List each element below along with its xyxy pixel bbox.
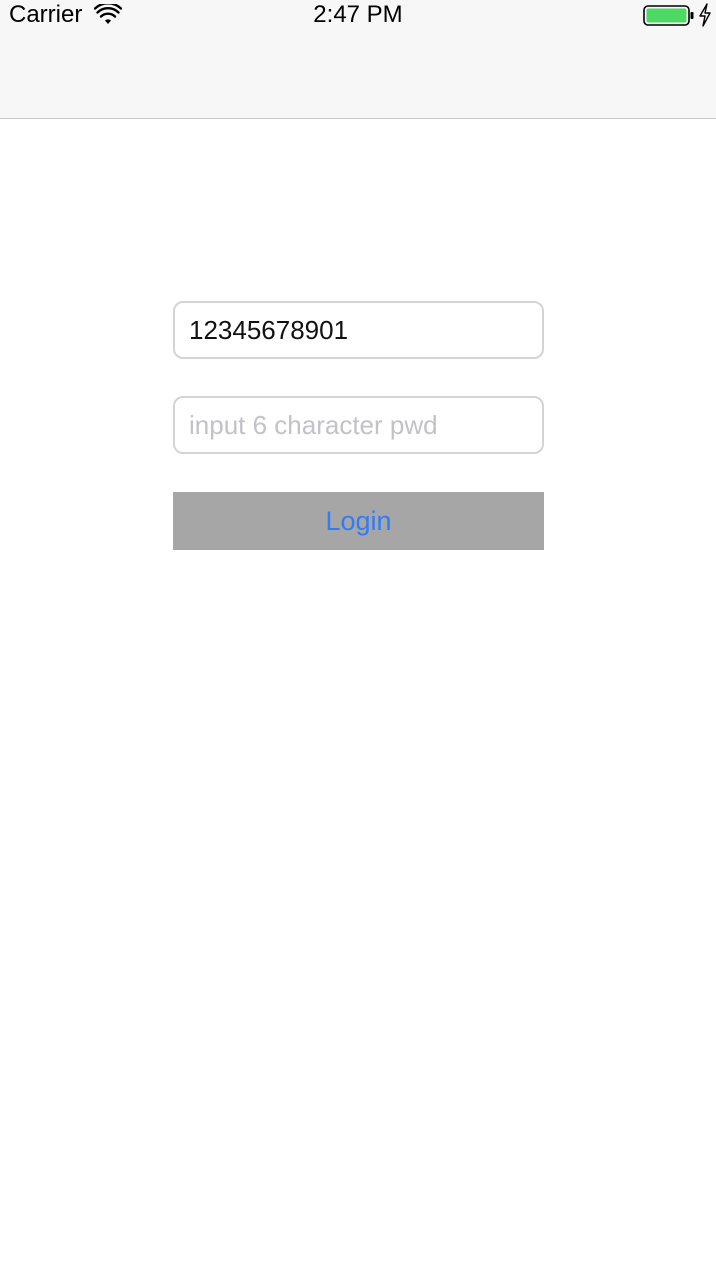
phone-number-input[interactable]: 12345678901 [173, 301, 544, 359]
battery-icon [643, 5, 694, 26]
login-screen: Carrier 2:47 PM 12345678901 input 6 char… [0, 0, 716, 1276]
login-button[interactable]: Login [173, 492, 544, 550]
charging-bolt-icon [699, 3, 711, 27]
password-input[interactable]: input 6 character pwd [173, 396, 544, 454]
navigation-bar: Carrier 2:47 PM [0, 0, 716, 119]
status-time: 2:47 PM [313, 1, 403, 28]
status-bar: Carrier 2:47 PM [0, 0, 716, 30]
